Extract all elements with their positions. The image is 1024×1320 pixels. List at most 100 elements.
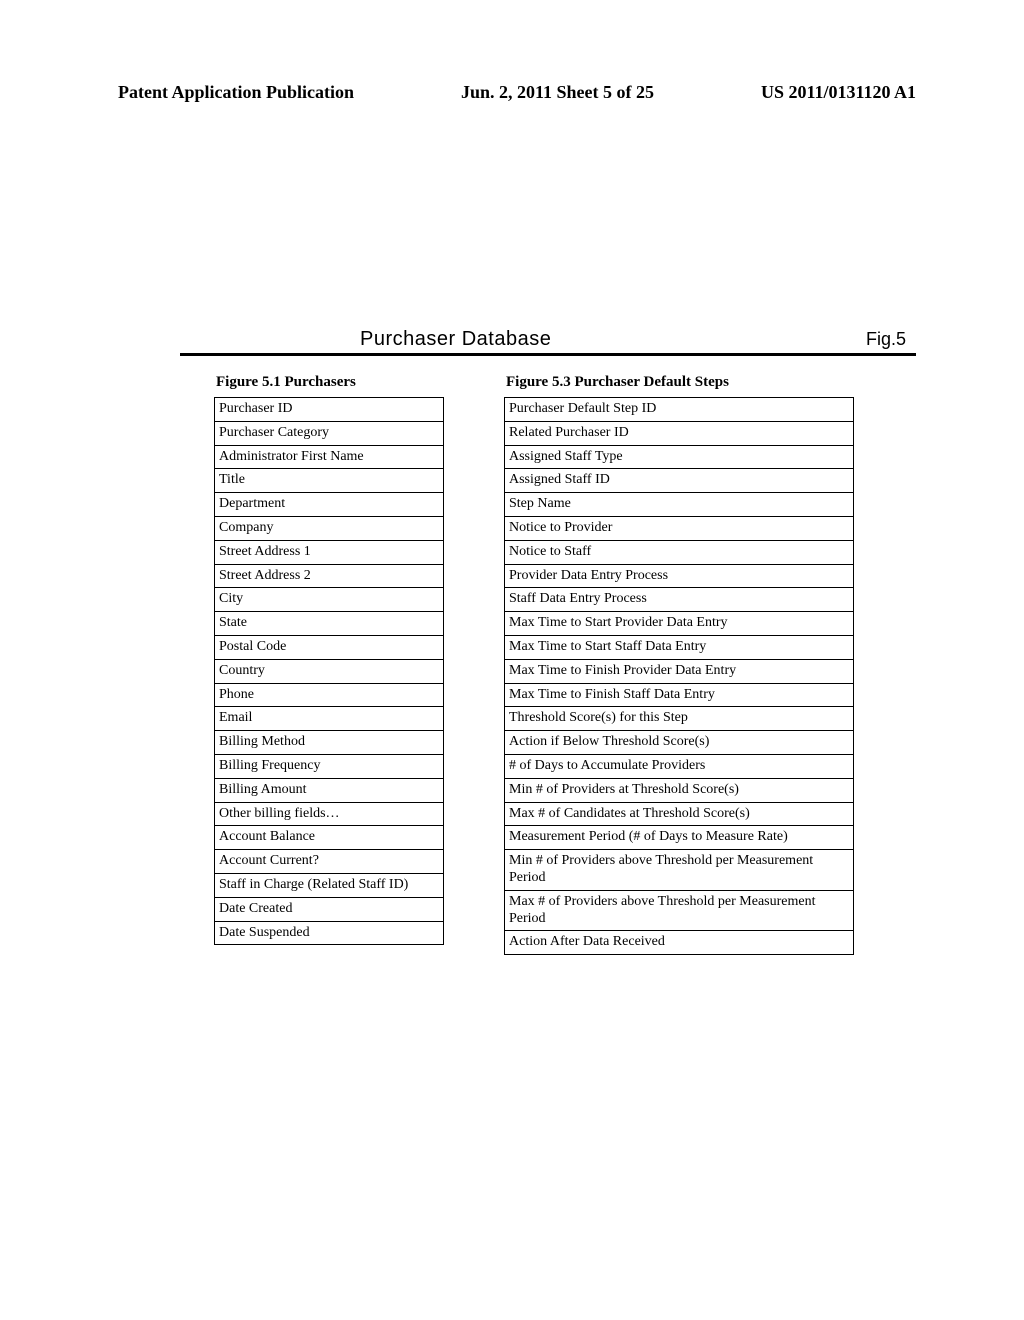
table-row: Max Time to Finish Provider Data Entry [505, 659, 854, 683]
table-row: Email [215, 707, 444, 731]
default-steps-table: Purchaser Default Step ID Related Purcha… [504, 397, 854, 955]
header-right: US 2011/0131120 A1 [761, 82, 916, 103]
field-cell: State [215, 612, 444, 636]
right-column: Figure 5.3 Purchaser Default Steps Purch… [504, 374, 854, 955]
field-cell: Purchaser Category [215, 421, 444, 445]
table-row: Street Address 2 [215, 564, 444, 588]
table-row: Staff in Charge (Related Staff ID) [215, 873, 444, 897]
table-row: Administrator First Name [215, 445, 444, 469]
table-row: Purchaser ID [215, 398, 444, 422]
table-row: Department [215, 493, 444, 517]
table-row: Max # of Candidates at Threshold Score(s… [505, 802, 854, 826]
field-cell: Department [215, 493, 444, 517]
table-row: Assigned Staff Type [505, 445, 854, 469]
table-row: Action if Below Threshold Score(s) [505, 731, 854, 755]
table-row: Related Purchaser ID [505, 421, 854, 445]
table-row: Postal Code [215, 635, 444, 659]
field-cell: Notice to Staff [505, 540, 854, 564]
table-row: Purchaser Default Step ID [505, 398, 854, 422]
field-cell: Assigned Staff ID [505, 469, 854, 493]
field-cell: Staff in Charge (Related Staff ID) [215, 873, 444, 897]
table-row: Measurement Period (# of Days to Measure… [505, 826, 854, 850]
table-row: Min # of Providers above Threshold per M… [505, 850, 854, 891]
field-cell: Email [215, 707, 444, 731]
table-row: Billing Method [215, 731, 444, 755]
field-cell: Date Suspended [215, 921, 444, 945]
purchasers-table: Purchaser ID Purchaser Category Administ… [214, 397, 444, 945]
table-row: Notice to Provider [505, 516, 854, 540]
field-cell: Max Time to Finish Provider Data Entry [505, 659, 854, 683]
table-row: Date Suspended [215, 921, 444, 945]
table-row: Company [215, 516, 444, 540]
table-caption-left: Figure 5.1 Purchasers [214, 374, 444, 391]
field-cell: Step Name [505, 493, 854, 517]
table-row: Title [215, 469, 444, 493]
table-row: Step Name [505, 493, 854, 517]
field-cell: Postal Code [215, 635, 444, 659]
table-caption-right: Figure 5.3 Purchaser Default Steps [504, 374, 854, 391]
field-cell: Action if Below Threshold Score(s) [505, 731, 854, 755]
field-cell: Related Purchaser ID [505, 421, 854, 445]
table-row: Assigned Staff ID [505, 469, 854, 493]
field-cell: Max Time to Start Staff Data Entry [505, 635, 854, 659]
table-row: Max Time to Start Provider Data Entry [505, 612, 854, 636]
field-cell: Threshold Score(s) for this Step [505, 707, 854, 731]
field-cell: Purchaser ID [215, 398, 444, 422]
table-row: Billing Amount [215, 778, 444, 802]
field-cell: Max # of Providers above Threshold per M… [505, 890, 854, 931]
title-row: Purchaser Database Fig.5 [180, 328, 916, 356]
table-row: Provider Data Entry Process [505, 564, 854, 588]
table-row: State [215, 612, 444, 636]
field-cell: Purchaser Default Step ID [505, 398, 854, 422]
table-row: Max Time to Finish Staff Data Entry [505, 683, 854, 707]
header-left: Patent Application Publication [118, 82, 354, 103]
field-cell: Assigned Staff Type [505, 445, 854, 469]
tables-area: Figure 5.1 Purchasers Purchaser ID Purch… [214, 374, 916, 955]
field-cell: Date Created [215, 897, 444, 921]
field-cell: Max Time to Finish Staff Data Entry [505, 683, 854, 707]
table-row: Account Current? [215, 850, 444, 874]
table-row: City [215, 588, 444, 612]
table-row: Max # of Providers above Threshold per M… [505, 890, 854, 931]
table-row: Country [215, 659, 444, 683]
table-row: Date Created [215, 897, 444, 921]
field-cell: City [215, 588, 444, 612]
field-cell: Max # of Candidates at Threshold Score(s… [505, 802, 854, 826]
field-cell: Company [215, 516, 444, 540]
field-cell: Account Balance [215, 826, 444, 850]
left-column: Figure 5.1 Purchasers Purchaser ID Purch… [214, 374, 444, 945]
field-cell: Min # of Providers above Threshold per M… [505, 850, 854, 891]
field-cell: # of Days to Accumulate Providers [505, 754, 854, 778]
table-row: Other billing fields… [215, 802, 444, 826]
field-cell: Billing Method [215, 731, 444, 755]
header-center: Jun. 2, 2011 Sheet 5 of 25 [461, 82, 654, 103]
field-cell: Min # of Providers at Threshold Score(s) [505, 778, 854, 802]
field-cell: Administrator First Name [215, 445, 444, 469]
title-block: Purchaser Database Fig.5 [180, 328, 916, 356]
table-row: Threshold Score(s) for this Step [505, 707, 854, 731]
field-cell: Country [215, 659, 444, 683]
field-cell: Title [215, 469, 444, 493]
field-cell: Billing Frequency [215, 754, 444, 778]
table-row: Action After Data Received [505, 931, 854, 955]
main-title: Purchaser Database [360, 328, 551, 351]
field-cell: Action After Data Received [505, 931, 854, 955]
table-row: Notice to Staff [505, 540, 854, 564]
field-cell: Max Time to Start Provider Data Entry [505, 612, 854, 636]
table-row: Billing Frequency [215, 754, 444, 778]
table-row: Phone [215, 683, 444, 707]
table-row: # of Days to Accumulate Providers [505, 754, 854, 778]
field-cell: Billing Amount [215, 778, 444, 802]
figure-label: Fig.5 [866, 329, 906, 350]
table-row: Street Address 1 [215, 540, 444, 564]
field-cell: Street Address 1 [215, 540, 444, 564]
field-cell: Provider Data Entry Process [505, 564, 854, 588]
table-row: Min # of Providers at Threshold Score(s) [505, 778, 854, 802]
field-cell: Staff Data Entry Process [505, 588, 854, 612]
page-header: Patent Application Publication Jun. 2, 2… [118, 82, 916, 103]
field-cell: Other billing fields… [215, 802, 444, 826]
field-cell: Notice to Provider [505, 516, 854, 540]
table-row: Max Time to Start Staff Data Entry [505, 635, 854, 659]
field-cell: Phone [215, 683, 444, 707]
field-cell: Account Current? [215, 850, 444, 874]
